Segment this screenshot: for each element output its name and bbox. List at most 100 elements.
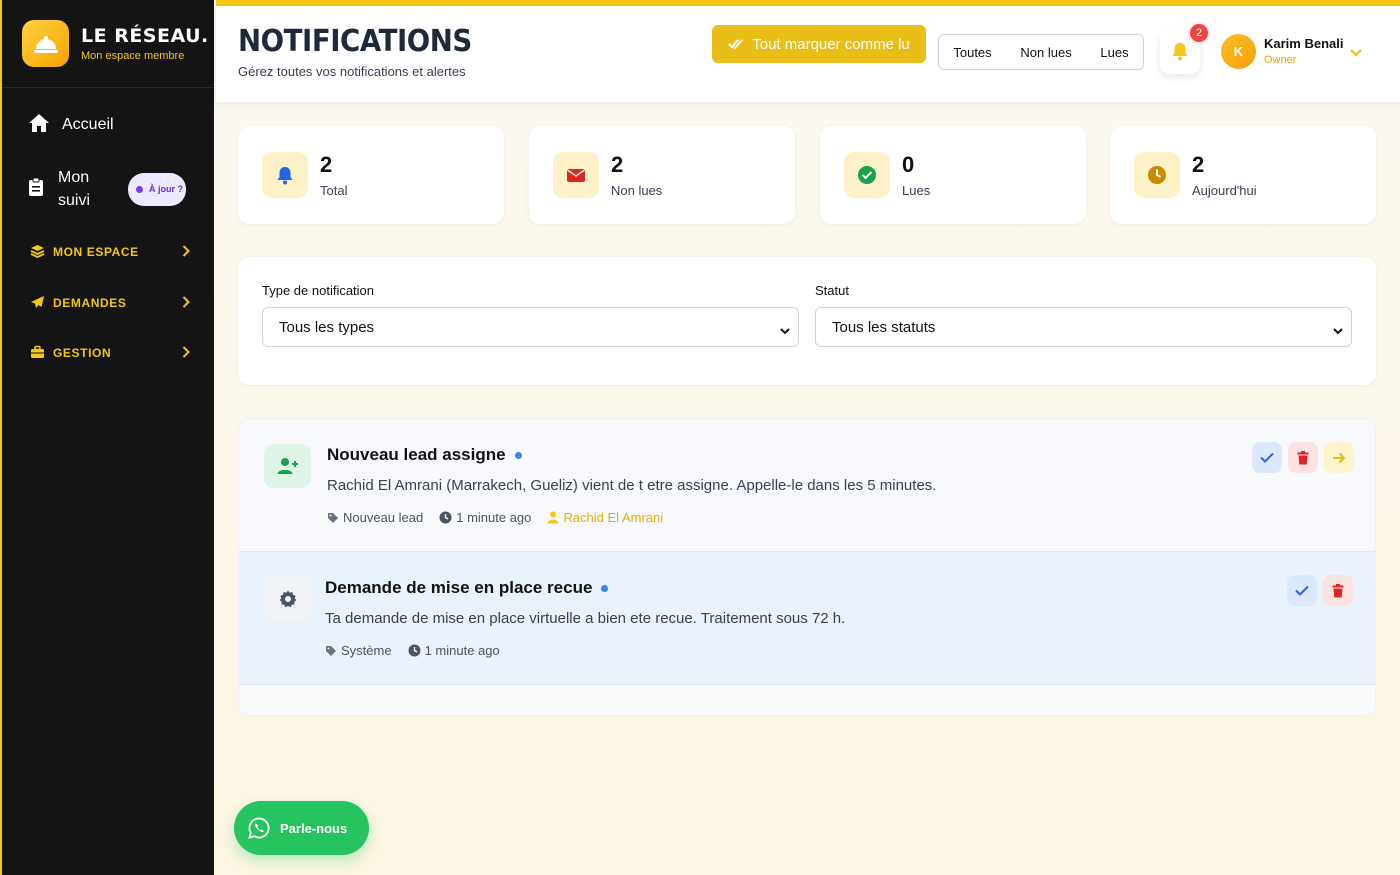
stat-label: Aujourd'hui (1192, 183, 1257, 198)
stat-card-aujourdhui: 2 Aujourd'hui (1110, 126, 1376, 224)
notification-meta: Nouveau lead 1 minute ago Rachid El Amra… (327, 510, 679, 525)
trash-icon (1297, 450, 1309, 464)
type-select-value: Tous les types (279, 318, 375, 336)
status-select-value: Tous les statuts (832, 318, 936, 336)
chevron-right-icon (182, 244, 190, 260)
tag-icon (328, 512, 338, 523)
filter-panel: Type de notification Tous les types Stat… (238, 257, 1376, 385)
tab-toutes[interactable]: Toutes (953, 45, 991, 60)
user-role: Owner (1264, 54, 1297, 66)
chevron-right-icon (182, 295, 190, 311)
notification-time: 1 minute ago (408, 643, 500, 658)
status-filter-label: Statut (815, 283, 849, 298)
delete-button[interactable] (1288, 442, 1318, 473)
whatsapp-icon (248, 817, 270, 839)
whatsapp-chat-button[interactable]: Parle-nous (234, 801, 369, 855)
user-icon (547, 511, 559, 524)
notification-item[interactable]: Nouveau lead assigne Rachid El Amrani (M… (239, 419, 1375, 552)
mark-read-button[interactable] (1287, 575, 1317, 606)
notification-meta: Système 1 minute ago (325, 643, 516, 658)
notification-count-badge: 2 (1188, 22, 1210, 44)
stat-label: Non lues (611, 183, 663, 198)
chevron-down-icon (1333, 322, 1343, 339)
notification-title: Demande de mise en place recue (325, 578, 609, 598)
stat-card-non-lues: 2 Non lues (529, 126, 795, 224)
trash-icon (1332, 583, 1344, 597)
status-select[interactable]: Tous les statuts (815, 307, 1352, 347)
double-check-icon (728, 39, 743, 50)
chevron-down-icon (780, 322, 790, 339)
tab-non-lues[interactable]: Non lues (1020, 45, 1071, 60)
unread-dot (601, 585, 609, 593)
notification-title-text: Nouveau lead assigne (327, 445, 506, 464)
avatar[interactable]: K (1221, 34, 1256, 69)
type-filter-label: Type de notification (262, 283, 375, 298)
sidebar: LE RÉSEAU. Mon espace membre Accueil Mon… (0, 0, 214, 875)
delete-button[interactable] (1323, 575, 1353, 606)
stat-label: Total (320, 183, 348, 198)
stat-value: 0 (902, 152, 915, 177)
user-name[interactable]: Karim Benali (1264, 36, 1343, 51)
brand-title: LE RÉSEAU. (81, 25, 209, 47)
brand[interactable]: LE RÉSEAU. Mon espace membre (2, 0, 214, 88)
mark-all-label: Tout marquer comme lu (752, 35, 910, 53)
notification-lead[interactable]: Rachid El Amrani (547, 510, 663, 525)
stat-card-total: 2 Total (238, 126, 504, 224)
lead-name: Rachid El Amrani (563, 510, 664, 525)
section-label: GESTION (53, 346, 112, 360)
stat-value: 2 (611, 152, 624, 177)
notification-title: Nouveau lead assigne (327, 445, 522, 465)
tab-lues[interactable]: Lues (1100, 45, 1128, 60)
mark-read-button[interactable] (1252, 442, 1282, 473)
brand-subtitle: Mon espace membre (81, 50, 185, 62)
sidebar-item-accueil[interactable]: Accueil (2, 112, 140, 138)
user-plus-icon (264, 444, 311, 488)
envelope-icon (553, 152, 599, 198)
stat-value: 2 (1192, 152, 1205, 177)
sidebar-item-label: Accueil (62, 116, 114, 133)
section-label: MON ESPACE (53, 245, 139, 259)
notification-bell-button[interactable]: 2 (1160, 22, 1210, 74)
notification-list: Nouveau lead assigne Rachid El Amrani (M… (238, 418, 1376, 716)
section-label: DEMANDES (53, 296, 127, 310)
mark-all-read-button[interactable]: Tout marquer comme lu (712, 25, 926, 63)
sidebar-item-suivi[interactable]: Mon suivi À jour ? (2, 166, 216, 212)
paper-plane-icon (30, 295, 45, 312)
sidebar-item-label: Mon suivi (58, 169, 91, 209)
notification-message: Ta demande de mise en place virtuelle a … (325, 610, 846, 627)
clock-icon (439, 511, 452, 524)
page-subtitle: Gérez toutes vos notifications et alerte… (238, 64, 466, 79)
notification-item[interactable]: Demande de mise en place recue Ta demand… (239, 552, 1375, 685)
chevron-down-icon[interactable] (1350, 44, 1362, 62)
stat-card-lues: 0 Lues (820, 126, 1086, 224)
stat-value: 2 (320, 152, 333, 177)
bell-icon (1172, 43, 1188, 61)
sidebar-section-demandes[interactable]: DEMANDES (2, 293, 216, 313)
notification-tag: Système (325, 643, 392, 658)
sidebar-section-mon-espace[interactable]: MON ESPACE (2, 242, 216, 262)
check-icon (1295, 585, 1309, 596)
tag-label: Nouveau lead (343, 510, 424, 525)
unread-dot (514, 452, 522, 460)
clipboard-icon (28, 177, 44, 202)
type-select[interactable]: Tous les types (262, 307, 799, 347)
whatsapp-label: Parle-nous (280, 820, 348, 836)
time-label: 1 minute ago (456, 510, 532, 525)
arrow-right-icon (1333, 452, 1346, 463)
layers-icon (30, 244, 45, 261)
page-header: NOTIFICATIONS Gérez toutes vos notificat… (216, 0, 1400, 102)
clock-icon (408, 644, 421, 657)
read-filter-tabs: Toutes Non lues Lues (938, 34, 1144, 70)
bell-icon (262, 152, 308, 198)
check-circle-icon (844, 152, 890, 198)
tag-label: Système (341, 643, 392, 658)
open-lead-button[interactable] (1324, 442, 1354, 473)
tag-icon (326, 645, 336, 656)
notification-tag: Nouveau lead (327, 510, 423, 525)
clock-icon (1134, 152, 1180, 198)
sidebar-section-gestion[interactable]: GESTION (2, 343, 216, 363)
notification-message: Rachid El Amrani (Marrakech, Gueliz) vie… (327, 477, 937, 494)
home-icon (28, 113, 50, 138)
chevron-right-icon (182, 345, 190, 361)
cloche-icon (22, 20, 69, 67)
